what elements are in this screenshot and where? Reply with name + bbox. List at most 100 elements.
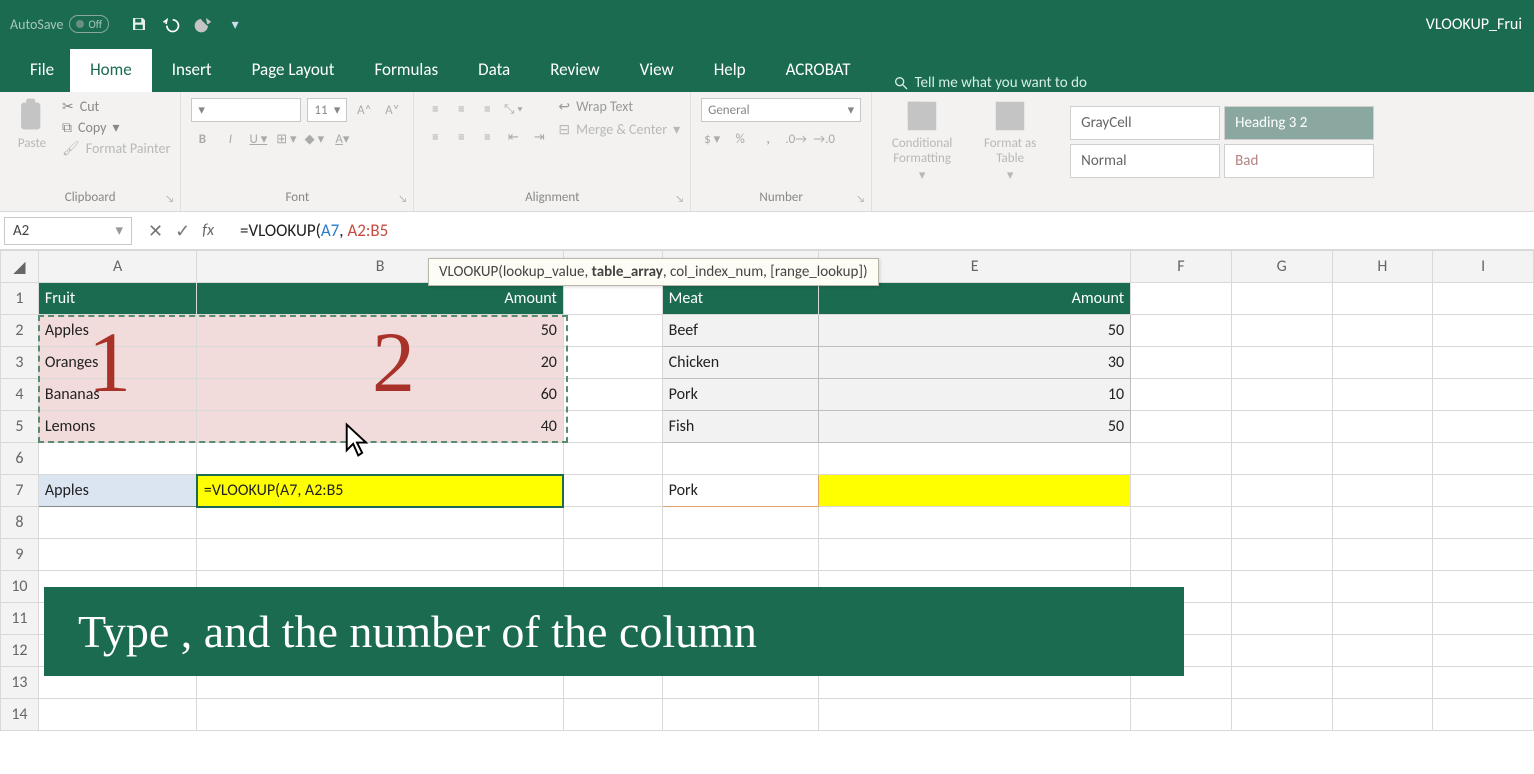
cell[interactable]: [662, 507, 818, 539]
italic-button[interactable]: I: [219, 128, 241, 150]
tell-me-search[interactable]: Tell me what you want to do: [893, 74, 1087, 92]
decrease-decimal-button[interactable]: →.0: [813, 128, 835, 150]
cell[interactable]: [1332, 635, 1433, 667]
cell[interactable]: [1231, 443, 1332, 475]
save-icon[interactable]: [129, 14, 149, 34]
cell-a7[interactable]: Apples: [38, 475, 197, 507]
cell[interactable]: [1231, 635, 1332, 667]
cancel-formula-button[interactable]: ✕: [148, 220, 163, 242]
tab-file[interactable]: File: [14, 49, 70, 92]
cell-a1[interactable]: Fruit: [38, 283, 197, 315]
cell[interactable]: [1332, 667, 1433, 699]
paste-button[interactable]: Paste: [10, 98, 54, 188]
cell[interactable]: [197, 539, 564, 571]
tab-acrobat[interactable]: ACROBAT: [766, 49, 871, 92]
row-header[interactable]: 4: [1, 379, 39, 411]
cell-e4[interactable]: 10: [819, 379, 1131, 411]
cell-e2[interactable]: 50: [819, 315, 1131, 347]
cell[interactable]: [1332, 379, 1433, 411]
font-name-combo[interactable]: ▾: [191, 98, 301, 122]
cell[interactable]: [1433, 443, 1534, 475]
cell[interactable]: [819, 507, 1131, 539]
indent-decrease-button[interactable]: ⇤: [502, 126, 524, 148]
cell[interactable]: [1231, 603, 1332, 635]
cell[interactable]: [662, 539, 818, 571]
cell[interactable]: [1131, 699, 1232, 731]
cell[interactable]: [38, 507, 197, 539]
cell[interactable]: [1231, 283, 1332, 315]
cell[interactable]: [1131, 315, 1232, 347]
style-bad[interactable]: Bad: [1224, 144, 1374, 178]
select-all-corner[interactable]: ◢: [1, 251, 39, 283]
style-heading3[interactable]: Heading 3 2: [1224, 106, 1374, 140]
cell-d7[interactable]: Pork: [662, 475, 818, 507]
cell[interactable]: [1131, 507, 1232, 539]
cell[interactable]: [1231, 571, 1332, 603]
cell-d2[interactable]: Beef: [662, 315, 818, 347]
cell[interactable]: [1433, 667, 1534, 699]
qat-more-icon[interactable]: ▾: [225, 14, 245, 34]
cell[interactable]: [197, 699, 564, 731]
comma-button[interactable]: ,: [757, 128, 779, 150]
row-header[interactable]: 13: [1, 667, 39, 699]
cell-a2[interactable]: Apples: [38, 315, 197, 347]
cell[interactable]: [1433, 539, 1534, 571]
cell[interactable]: [1433, 571, 1534, 603]
cell[interactable]: [1332, 411, 1433, 443]
cell[interactable]: [1433, 699, 1534, 731]
cell[interactable]: [1433, 347, 1534, 379]
cell[interactable]: [1433, 379, 1534, 411]
cell[interactable]: [563, 315, 662, 347]
col-header-f[interactable]: F: [1131, 251, 1232, 283]
cell[interactable]: [38, 443, 197, 475]
accounting-button[interactable]: $ ▾: [701, 128, 723, 150]
cell[interactable]: [1131, 283, 1232, 315]
cell[interactable]: [1131, 411, 1232, 443]
bold-button[interactable]: B: [191, 128, 213, 150]
cell-d4[interactable]: Pork: [662, 379, 818, 411]
cell[interactable]: [819, 539, 1131, 571]
row-header[interactable]: 12: [1, 635, 39, 667]
cell-b2[interactable]: 50: [197, 315, 564, 347]
orientation-button[interactable]: ⤡ ▾: [502, 98, 524, 120]
cut-button[interactable]: ✂Cut: [62, 98, 170, 115]
cell[interactable]: [1332, 507, 1433, 539]
cell[interactable]: [1433, 411, 1534, 443]
row-header[interactable]: 8: [1, 507, 39, 539]
cell[interactable]: [197, 507, 564, 539]
align-middle-button[interactable]: ≡: [450, 98, 472, 120]
cell-e5[interactable]: 50: [819, 411, 1131, 443]
cell[interactable]: [1231, 699, 1332, 731]
fx-icon[interactable]: fx: [202, 221, 214, 240]
row-header[interactable]: 9: [1, 539, 39, 571]
cell[interactable]: [819, 699, 1131, 731]
row-header[interactable]: 14: [1, 699, 39, 731]
cell[interactable]: [1332, 603, 1433, 635]
cell[interactable]: [38, 539, 197, 571]
tab-page-layout[interactable]: Page Layout: [232, 49, 355, 92]
cell-b1[interactable]: Amount: [197, 283, 564, 315]
cell-a4[interactable]: Bananas: [38, 379, 197, 411]
cell[interactable]: [197, 443, 564, 475]
percent-button[interactable]: %: [729, 128, 751, 150]
copy-button[interactable]: ⧉Copy ▾: [62, 119, 170, 136]
cell-b7-active[interactable]: =VLOOKUP(A7, A2:B5: [197, 475, 564, 507]
cell[interactable]: [662, 699, 818, 731]
grow-font-button[interactable]: A˄: [353, 99, 375, 121]
cell[interactable]: [1231, 539, 1332, 571]
cell[interactable]: [1332, 475, 1433, 507]
cell-d1[interactable]: Meat: [662, 283, 818, 315]
cell[interactable]: [563, 411, 662, 443]
cell-b4[interactable]: 60: [197, 379, 564, 411]
shrink-font-button[interactable]: A˅: [381, 99, 403, 121]
cell-d5[interactable]: Fish: [662, 411, 818, 443]
cell-a5[interactable]: Lemons: [38, 411, 197, 443]
align-center-button[interactable]: ≡: [450, 126, 472, 148]
underline-button[interactable]: U ▾: [247, 128, 269, 150]
redo-icon[interactable]: [193, 14, 213, 34]
cell[interactable]: [1433, 283, 1534, 315]
cell[interactable]: [563, 347, 662, 379]
cell[interactable]: [1231, 475, 1332, 507]
cell[interactable]: [38, 699, 197, 731]
name-box[interactable]: A2 ▾: [4, 217, 132, 245]
